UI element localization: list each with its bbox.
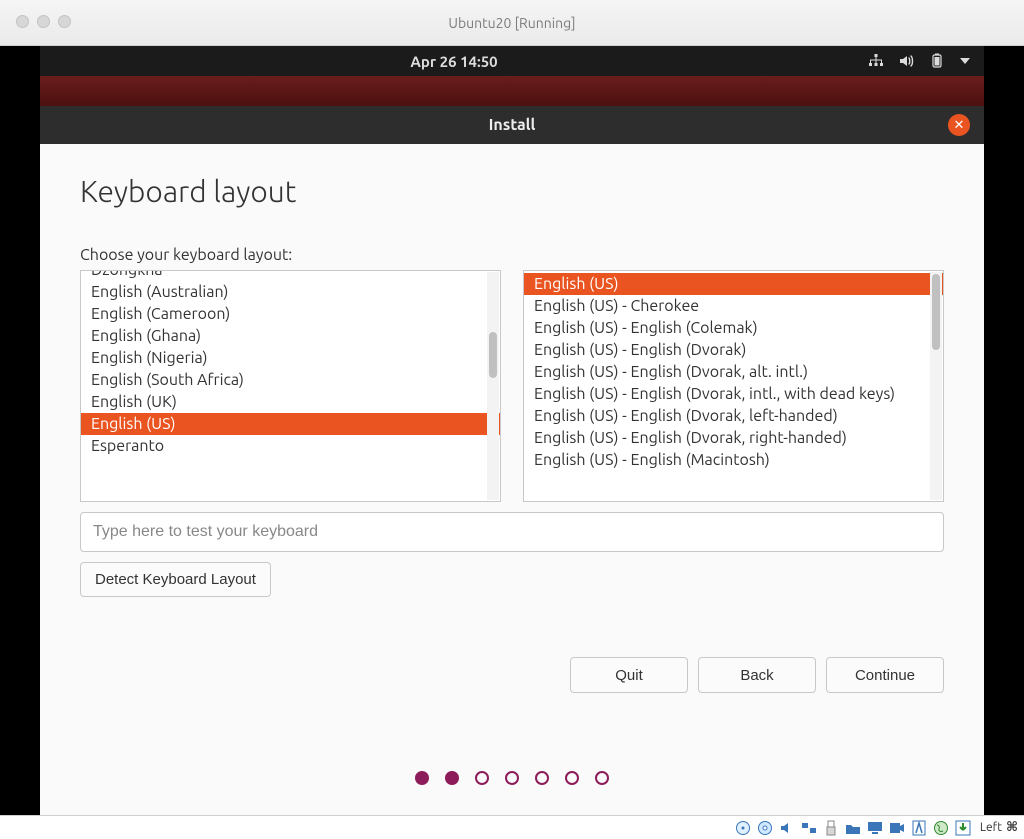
list-item[interactable]: English (Nigeria) xyxy=(81,347,500,369)
progress-dot xyxy=(445,771,459,785)
list-item[interactable]: English (South Africa) xyxy=(81,369,500,391)
list-item[interactable]: English (US) xyxy=(81,413,500,435)
wizard-nav: Quit Back Continue xyxy=(570,657,944,693)
quit-button[interactable]: Quit xyxy=(570,657,688,693)
host-titlebar: Ubuntu20 [Running] xyxy=(0,0,1024,46)
host-key-label: Left xyxy=(980,821,1002,834)
prompt-label: Choose your keyboard layout: xyxy=(80,246,944,264)
list-item[interactable]: English (Australian) xyxy=(81,281,500,303)
variant-list[interactable]: English (US)English (US) - CherokeeEngli… xyxy=(523,270,944,502)
list-item[interactable]: English (US) - English (Colemak) xyxy=(524,317,943,339)
clock[interactable]: Apr 26 14:50 xyxy=(40,53,868,70)
keyboard-test-input[interactable] xyxy=(80,512,944,552)
progress-dot xyxy=(565,771,579,785)
close-icon: ✕ xyxy=(954,118,965,133)
command-key-icon: ⌘ xyxy=(1006,820,1018,835)
list-item[interactable]: English (Ghana) xyxy=(81,325,500,347)
list-item[interactable]: Esperanto xyxy=(81,435,500,457)
recording-icon[interactable] xyxy=(888,819,906,837)
network-icon[interactable] xyxy=(868,53,884,69)
host-window-title: Ubuntu20 [Running] xyxy=(0,15,1024,31)
traffic-close-icon[interactable] xyxy=(16,15,29,28)
harddisk-icon[interactable] xyxy=(734,819,752,837)
installer-titlebar: Install ✕ xyxy=(40,106,984,144)
scrollbar[interactable] xyxy=(487,272,499,500)
installer-title: Install xyxy=(40,116,984,134)
gnome-topbar: Apr 26 14:50 xyxy=(40,46,984,76)
list-item[interactable]: English (US) - English (Macintosh) xyxy=(524,449,943,471)
list-item[interactable]: Dzongkha xyxy=(81,270,500,281)
traffic-minimize-icon[interactable] xyxy=(37,15,50,28)
vm-status-bar: Left ⌘ xyxy=(0,815,1024,839)
close-button[interactable]: ✕ xyxy=(948,114,970,136)
download-arrow-icon[interactable] xyxy=(954,819,972,837)
vm-viewport: Apr 26 14:50 Install xyxy=(0,46,1024,815)
list-item[interactable]: English (US) - English (Dvorak, left-han… xyxy=(524,405,943,427)
progress-dot xyxy=(475,771,489,785)
system-tray[interactable] xyxy=(868,53,984,69)
list-item[interactable]: English (US) - English (Dvorak, alt. int… xyxy=(524,361,943,383)
list-item[interactable]: English (US) - Cherokee xyxy=(524,295,943,317)
continue-button[interactable]: Continue xyxy=(826,657,944,693)
detect-keyboard-button[interactable]: Detect Keyboard Layout xyxy=(80,562,271,597)
scrollbar-thumb[interactable] xyxy=(489,332,497,378)
progress-dot xyxy=(535,771,549,785)
chevron-down-icon[interactable] xyxy=(960,58,970,64)
host-window: Ubuntu20 [Running] Apr 26 14:50 xyxy=(0,0,1024,839)
audio-icon[interactable] xyxy=(778,819,796,837)
network-adapter-icon[interactable] xyxy=(800,819,818,837)
list-item[interactable]: English (US) - English (Dvorak, intl., w… xyxy=(524,383,943,405)
usb-icon[interactable] xyxy=(822,819,840,837)
globe-icon[interactable] xyxy=(932,819,950,837)
keyboard-lists: DzongkhaEnglish (Australian)English (Cam… xyxy=(80,270,944,502)
progress-dot xyxy=(595,771,609,785)
ubuntu-accent-bar xyxy=(40,76,984,106)
progress-dot xyxy=(505,771,519,785)
battery-icon[interactable] xyxy=(928,53,946,69)
progress-dot xyxy=(415,771,429,785)
list-item[interactable]: English (UK) xyxy=(81,391,500,413)
volume-icon[interactable] xyxy=(898,53,914,69)
list-item[interactable]: English (US) - English (Dvorak, right-ha… xyxy=(524,427,943,449)
layout-list[interactable]: DzongkhaEnglish (Australian)English (Cam… xyxy=(80,270,501,502)
display-icon[interactable] xyxy=(866,819,884,837)
optical-icon[interactable] xyxy=(756,819,774,837)
installer-content: Keyboard layout Choose your keyboard lay… xyxy=(40,144,984,815)
progress-dots xyxy=(40,771,984,785)
scrollbar-thumb[interactable] xyxy=(932,274,940,350)
list-item[interactable]: English (Cameroon) xyxy=(81,303,500,325)
scrollbar[interactable] xyxy=(930,272,942,500)
list-item[interactable]: English (US) xyxy=(524,273,943,295)
vbox-icon[interactable] xyxy=(910,819,928,837)
shared-folder-icon[interactable] xyxy=(844,819,862,837)
back-button[interactable]: Back xyxy=(698,657,816,693)
list-item[interactable]: English (US) - English (Dvorak) xyxy=(524,339,943,361)
traffic-zoom-icon[interactable] xyxy=(58,15,71,28)
page-heading: Keyboard layout xyxy=(80,174,944,208)
traffic-lights[interactable] xyxy=(16,15,71,28)
